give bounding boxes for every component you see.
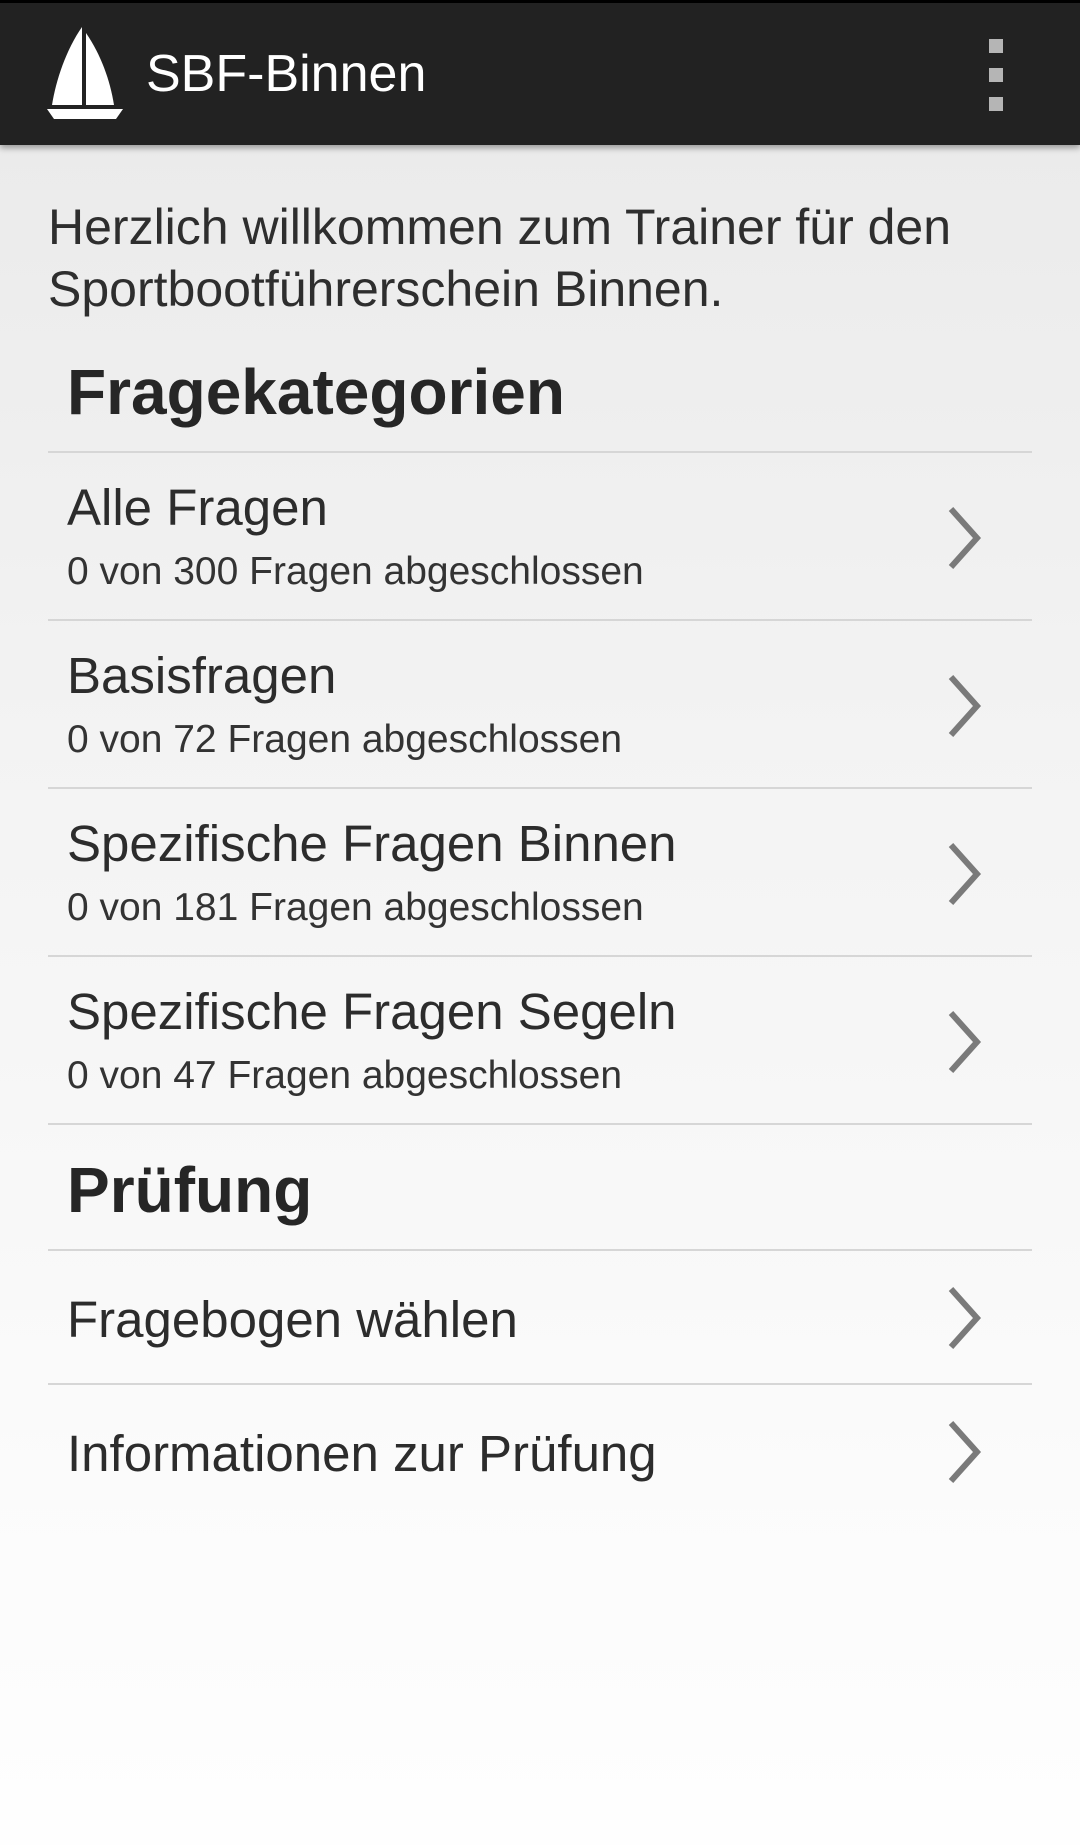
- list-item-fragebogen-waehlen[interactable]: Fragebogen wählen: [48, 1251, 1032, 1383]
- divider: [48, 1123, 1032, 1125]
- chevron-right-icon: [948, 1010, 982, 1074]
- item-title: Fragebogen wählen: [67, 1291, 518, 1348]
- list-item-alle-fragen[interactable]: Alle Fragen 0 von 300 Fragen abgeschloss…: [48, 453, 1032, 619]
- sailboat-icon: [47, 27, 123, 119]
- item-title: Basisfragen: [67, 647, 337, 704]
- chevron-right-icon: [948, 506, 982, 570]
- chevron-right-icon: [948, 674, 982, 738]
- menu-dot: [989, 97, 1003, 111]
- chevron-right-icon: [948, 1286, 982, 1350]
- app-title: SBF-Binnen: [146, 45, 427, 103]
- section-header-categories: Fragekategorien: [67, 356, 565, 428]
- list-item-basisfragen[interactable]: Basisfragen 0 von 72 Fragen abgeschlosse…: [48, 621, 1032, 787]
- chevron-right-icon: [948, 842, 982, 906]
- item-progress: 0 von 300 Fragen abgeschlossen: [67, 550, 644, 593]
- list-item-informationen-pruefung[interactable]: Informationen zur Prüfung: [48, 1385, 1032, 1517]
- menu-dot: [989, 39, 1003, 53]
- item-title: Spezifische Fragen Segeln: [67, 983, 677, 1040]
- overflow-menu-icon[interactable]: [972, 39, 1020, 111]
- menu-dot: [989, 68, 1003, 82]
- item-progress: 0 von 72 Fragen abgeschlossen: [67, 718, 623, 761]
- welcome-text: Herzlich willkommen zum Trainer für den …: [48, 199, 952, 317]
- list-item-spezifische-segeln[interactable]: Spezifische Fragen Segeln 0 von 47 Frage…: [48, 957, 1032, 1123]
- item-title: Alle Fragen: [67, 479, 328, 536]
- item-progress: 0 von 181 Fragen abgeschlossen: [67, 886, 644, 929]
- chevron-right-icon: [948, 1420, 982, 1484]
- item-title: Spezifische Fragen Binnen: [67, 815, 677, 872]
- item-title: Informationen zur Prüfung: [67, 1425, 657, 1482]
- list-item-spezifische-binnen[interactable]: Spezifische Fragen Binnen 0 von 181 Frag…: [48, 789, 1032, 955]
- item-progress: 0 von 47 Fragen abgeschlossen: [67, 1054, 623, 1097]
- action-bar: SBF-Binnen: [0, 3, 1080, 145]
- section-header-exam: Prüfung: [67, 1154, 313, 1226]
